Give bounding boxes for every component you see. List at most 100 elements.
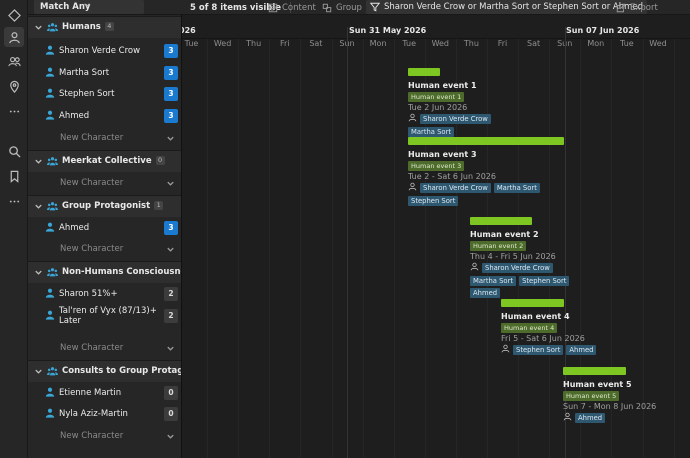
person-tag[interactable]: Sharon Verde Crow — [420, 183, 491, 193]
person-icon — [408, 182, 417, 194]
group-header[interactable]: Consults to Group Protagonist2 — [28, 360, 181, 382]
person-tag[interactable]: Ahmed — [575, 413, 606, 423]
character-name: Stephen Sort — [59, 89, 115, 99]
character-row[interactable]: Sharon Verde Crow 3 — [28, 40, 181, 62]
event-people: Sharon Verde Crow Martha Sort Stephen Sort… — [470, 262, 600, 298]
group-header[interactable]: Humans 4 — [28, 16, 181, 38]
people-icon[interactable] — [4, 51, 24, 71]
character-row[interactable]: Tal'ren of Vyx (87/13)+ Later 2 — [28, 305, 181, 335]
character-name: Ahmed — [59, 223, 90, 233]
character-row[interactable]: Stephen Sort 3 — [28, 83, 181, 105]
content-icon — [268, 3, 278, 12]
person-tag[interactable]: Sharon Verde Crow — [420, 114, 491, 124]
character-name: Nyla Aziz-Martin — [59, 409, 128, 419]
new-character-row[interactable]: New Character — [28, 238, 181, 260]
character-name: Etienne Martin — [59, 388, 122, 398]
person-tag[interactable]: Martha Sort — [493, 183, 540, 193]
timeline-event[interactable]: Human event 4 Human event 4 Fri 5 - Sat 6 … — [501, 299, 611, 356]
new-character-row[interactable]: New Character — [28, 127, 181, 149]
group-name-text: Group Protagonist — [62, 201, 151, 211]
person-tag[interactable]: Martha Sort — [470, 276, 517, 286]
chevron-down-icon[interactable] — [166, 344, 175, 353]
event-count-badge: 3 — [164, 221, 178, 235]
event-count-badge: 3 — [164, 109, 178, 123]
timeline-event[interactable]: Human event 5 Human event 5 Sun 7 - Mon 8 … — [563, 367, 673, 424]
day-label: Sat — [309, 39, 323, 48]
chevron-down-icon[interactable] — [34, 157, 43, 166]
group-name: Non-Humans Consciousnesses2 — [62, 267, 181, 277]
filter-icon — [370, 2, 380, 12]
event-count-badge: 2 — [164, 287, 178, 301]
person-tag[interactable]: Stephen Sort — [519, 276, 570, 286]
group-header[interactable]: Non-Humans Consciousnesses2 — [28, 261, 181, 283]
day-label: Mon — [369, 39, 387, 48]
week-label: 026 — [182, 26, 196, 35]
more-icon[interactable] — [4, 191, 24, 211]
new-character-label: New Character — [60, 431, 124, 441]
group-button[interactable]: Group — [322, 0, 362, 15]
timeline-event[interactable]: Human event 2 Human event 2 Thu 4 - Fri 5 … — [470, 217, 600, 298]
chevron-down-icon[interactable] — [34, 367, 43, 376]
new-character-row[interactable]: New Character — [28, 425, 181, 447]
chevron-down-icon[interactable] — [166, 179, 175, 188]
day-label: Mon — [587, 39, 605, 48]
group-name: Group Protagonist 1 — [62, 201, 164, 211]
group-icon — [47, 267, 58, 278]
person-tag[interactable]: Sharon Verde Crow — [482, 263, 553, 273]
new-character-row[interactable]: New Character — [28, 337, 181, 359]
filter-button[interactable]: Sharon Verde Crow or Martha Sort or Step… — [366, 0, 648, 14]
day-label: Wed — [431, 39, 450, 48]
person-tag[interactable]: Ahmed — [470, 288, 501, 298]
event-title: Human event 2 — [470, 230, 539, 239]
group-icon — [322, 3, 332, 12]
chevron-down-icon[interactable] — [34, 202, 43, 211]
more-icon[interactable] — [4, 101, 24, 121]
event-people: Sharon Verde Crow Martha Sort Stephen Sort — [408, 182, 564, 206]
location-pin-icon[interactable] — [4, 76, 24, 96]
person-icon — [45, 88, 55, 98]
event-bar[interactable] — [501, 299, 564, 307]
character-row[interactable]: Martha Sort 3 — [28, 62, 181, 84]
character-row[interactable]: Etienne Martin 0 — [28, 382, 181, 404]
group-header[interactable]: Group Protagonist 1 — [28, 195, 181, 217]
bookmark-icon[interactable] — [4, 166, 24, 186]
character-name: Martha Sort — [59, 68, 110, 78]
chevron-down-icon[interactable] — [166, 245, 175, 254]
timeline-event[interactable]: Human event 1 Human event 1 Tue 2 Jun 2026… — [408, 68, 528, 137]
match-mode-select[interactable]: Match Any — [34, 0, 144, 14]
person-icon — [501, 344, 510, 356]
search-icon[interactable] — [4, 141, 24, 161]
character-row[interactable]: Ahmed 3 — [28, 217, 181, 239]
person-tag[interactable]: Ahmed — [566, 345, 597, 355]
chevron-down-icon[interactable] — [166, 432, 175, 441]
export-button[interactable]: Export — [616, 0, 658, 15]
chevron-down-icon[interactable] — [166, 134, 175, 143]
content-button[interactable]: Content — [268, 0, 316, 15]
person-tag[interactable]: Stephen Sort — [513, 345, 564, 355]
event-title: Human event 5 — [563, 380, 632, 389]
day-label: Wed — [649, 39, 667, 48]
day-label: Thu — [246, 39, 262, 48]
character-panel: Humans 4 Sharon Verde Crow 3 Martha Sort 3 Ste… — [28, 15, 182, 458]
new-character-row[interactable]: New Character — [28, 172, 181, 194]
filter-text: Sharon Verde Crow or Martha Sort or Step… — [384, 2, 644, 12]
person-tag[interactable]: Martha Sort — [408, 127, 455, 137]
day-label: Tue — [402, 39, 417, 48]
person-tag[interactable]: Stephen Sort — [408, 196, 459, 206]
chevron-down-icon[interactable] — [34, 23, 43, 32]
character-row[interactable]: Ahmed 3 — [28, 105, 181, 127]
character-row[interactable]: Sharon 51%+ 2 — [28, 283, 181, 305]
event-bar[interactable] — [563, 367, 626, 375]
character-row[interactable]: Nyla Aziz-Martin 0 — [28, 403, 181, 425]
person-icon[interactable] — [4, 27, 24, 47]
chevron-down-icon[interactable] — [34, 268, 43, 277]
event-date: Fri 5 - Sat 6 Jun 2026 — [501, 334, 585, 343]
timeline-event[interactable]: Human event 3 Human event 3 Tue 2 - Sat 6 … — [408, 137, 564, 206]
event-bar[interactable] — [408, 68, 440, 76]
person-icon — [45, 110, 55, 120]
event-bar[interactable] — [470, 217, 532, 225]
event-bar[interactable] — [408, 137, 564, 145]
group-icon — [47, 201, 58, 212]
group-header[interactable]: Meerkat Collective 0 — [28, 150, 181, 172]
diamond-icon[interactable] — [4, 5, 24, 25]
